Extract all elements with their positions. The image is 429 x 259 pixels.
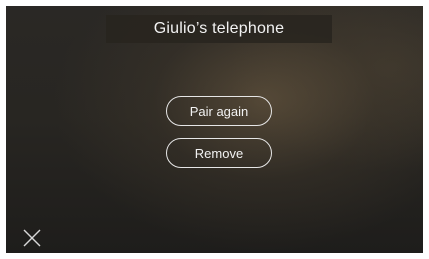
- page-title: Giulio’s telephone: [153, 20, 285, 37]
- remove-button[interactable]: Remove: [166, 138, 272, 168]
- background-panel: [6, 6, 423, 253]
- pair-again-button[interactable]: Pair again: [166, 96, 272, 126]
- close-button[interactable]: [22, 228, 42, 248]
- device-settings-screen: Giulio’s telephone Pair again Remove: [0, 0, 429, 259]
- close-icon: [23, 229, 41, 247]
- title-bar: Giulio’s telephone: [106, 15, 332, 43]
